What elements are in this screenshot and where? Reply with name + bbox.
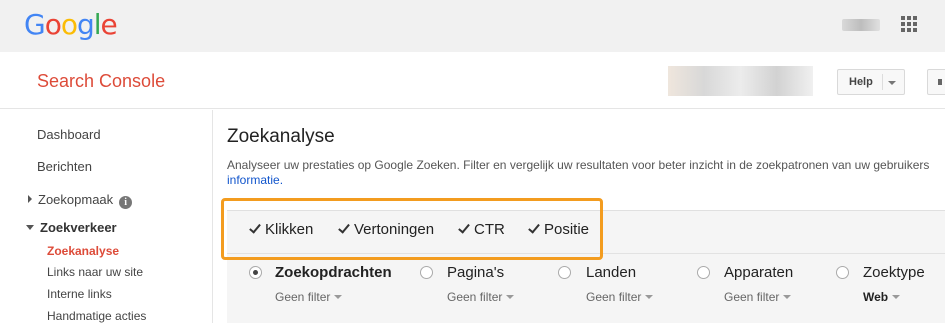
highlight-box [221, 198, 603, 260]
help-button-label: Help [849, 76, 873, 88]
chevron-down-icon [783, 295, 792, 299]
radio-apparaten[interactable] [697, 266, 710, 279]
sidebar-item-zoekverkeer[interactable]: Zoekverkeer [26, 220, 117, 235]
chevron-down-icon [26, 225, 34, 230]
sidebar-item-links-naar-uw-site[interactable]: Links naar uw site [47, 265, 143, 279]
dimension-apparaten[interactable]: Apparaten [724, 264, 793, 281]
chevron-down-icon [645, 295, 654, 299]
dimension-paginas[interactable]: Pagina's [447, 264, 504, 281]
filter-label: Web [863, 290, 889, 304]
logo-letter: G [24, 8, 46, 41]
sidebar-item-handmatige-acties[interactable]: Handmatige acties [47, 309, 146, 323]
chevron-down-icon [334, 295, 343, 299]
settings-button[interactable] [927, 69, 945, 95]
sidebar-item-zoekanalyse[interactable]: Zoekanalyse [47, 244, 119, 258]
sidebar-item-label: Zoekverkeer [40, 220, 117, 235]
filter-dropdown-zoektype[interactable]: Web [863, 290, 901, 304]
page-description: Analyseer uw prestaties op Google Zoeken… [227, 158, 930, 172]
google-bar: Google [0, 0, 945, 52]
dimension-zoekopdrachten[interactable]: Zoekopdrachten [275, 264, 392, 281]
help-button[interactable]: Help [837, 69, 905, 95]
logo-letter: o [60, 8, 78, 41]
radio-zoektype[interactable] [836, 266, 849, 279]
product-title[interactable]: Search Console [37, 71, 165, 92]
property-selector-blurred[interactable] [668, 66, 813, 96]
page-title: Zoekanalyse [227, 126, 335, 147]
filter-label: Geen filter [724, 290, 780, 304]
chevron-down-icon [892, 295, 901, 299]
logo-letter: o [44, 8, 62, 41]
logo-letter: g [76, 8, 95, 41]
account-name-blurred[interactable] [842, 19, 880, 31]
dimension-zoektype[interactable]: Zoektype [863, 264, 925, 281]
search-console-header: Search Console Help [0, 52, 945, 109]
info-icon[interactable]: i [119, 196, 133, 209]
filter-label: Geen filter [586, 290, 642, 304]
filter-label: Geen filter [447, 290, 503, 304]
divider [882, 74, 883, 90]
chevron-down-icon [506, 295, 515, 299]
logo-letter: e [100, 8, 118, 41]
filter-label: Geen filter [275, 290, 331, 304]
apps-grid-icon[interactable] [901, 16, 917, 32]
chevron-right-icon [28, 195, 32, 203]
more-info-link[interactable]: informatie. [227, 173, 283, 187]
filter-dropdown-landen[interactable]: Geen filter [586, 290, 654, 304]
logo-letter: l [93, 8, 102, 41]
sidebar-item-berichten[interactable]: Berichten [37, 159, 92, 174]
radio-zoekopdrachten[interactable] [249, 266, 262, 279]
radio-landen[interactable] [558, 266, 571, 279]
google-logo[interactable]: Google [24, 8, 118, 41]
dimension-landen[interactable]: Landen [586, 264, 636, 281]
sidebar-item-dashboard[interactable]: Dashboard [37, 127, 101, 142]
sidebar-item-label: Zoekopmaak [38, 192, 114, 207]
radio-paginas[interactable] [420, 266, 433, 279]
filter-dropdown-apparaten[interactable]: Geen filter [724, 290, 792, 304]
sidebar-item-interne-links[interactable]: Interne links [47, 287, 112, 301]
chevron-down-icon [888, 81, 896, 85]
filter-dropdown-zoekopdrachten[interactable]: Geen filter [275, 290, 343, 304]
filter-dropdown-paginas[interactable]: Geen filter [447, 290, 515, 304]
gear-icon [938, 79, 942, 85]
sidebar-item-zoekopmaak[interactable]: Zoekopmaak i [28, 192, 133, 209]
